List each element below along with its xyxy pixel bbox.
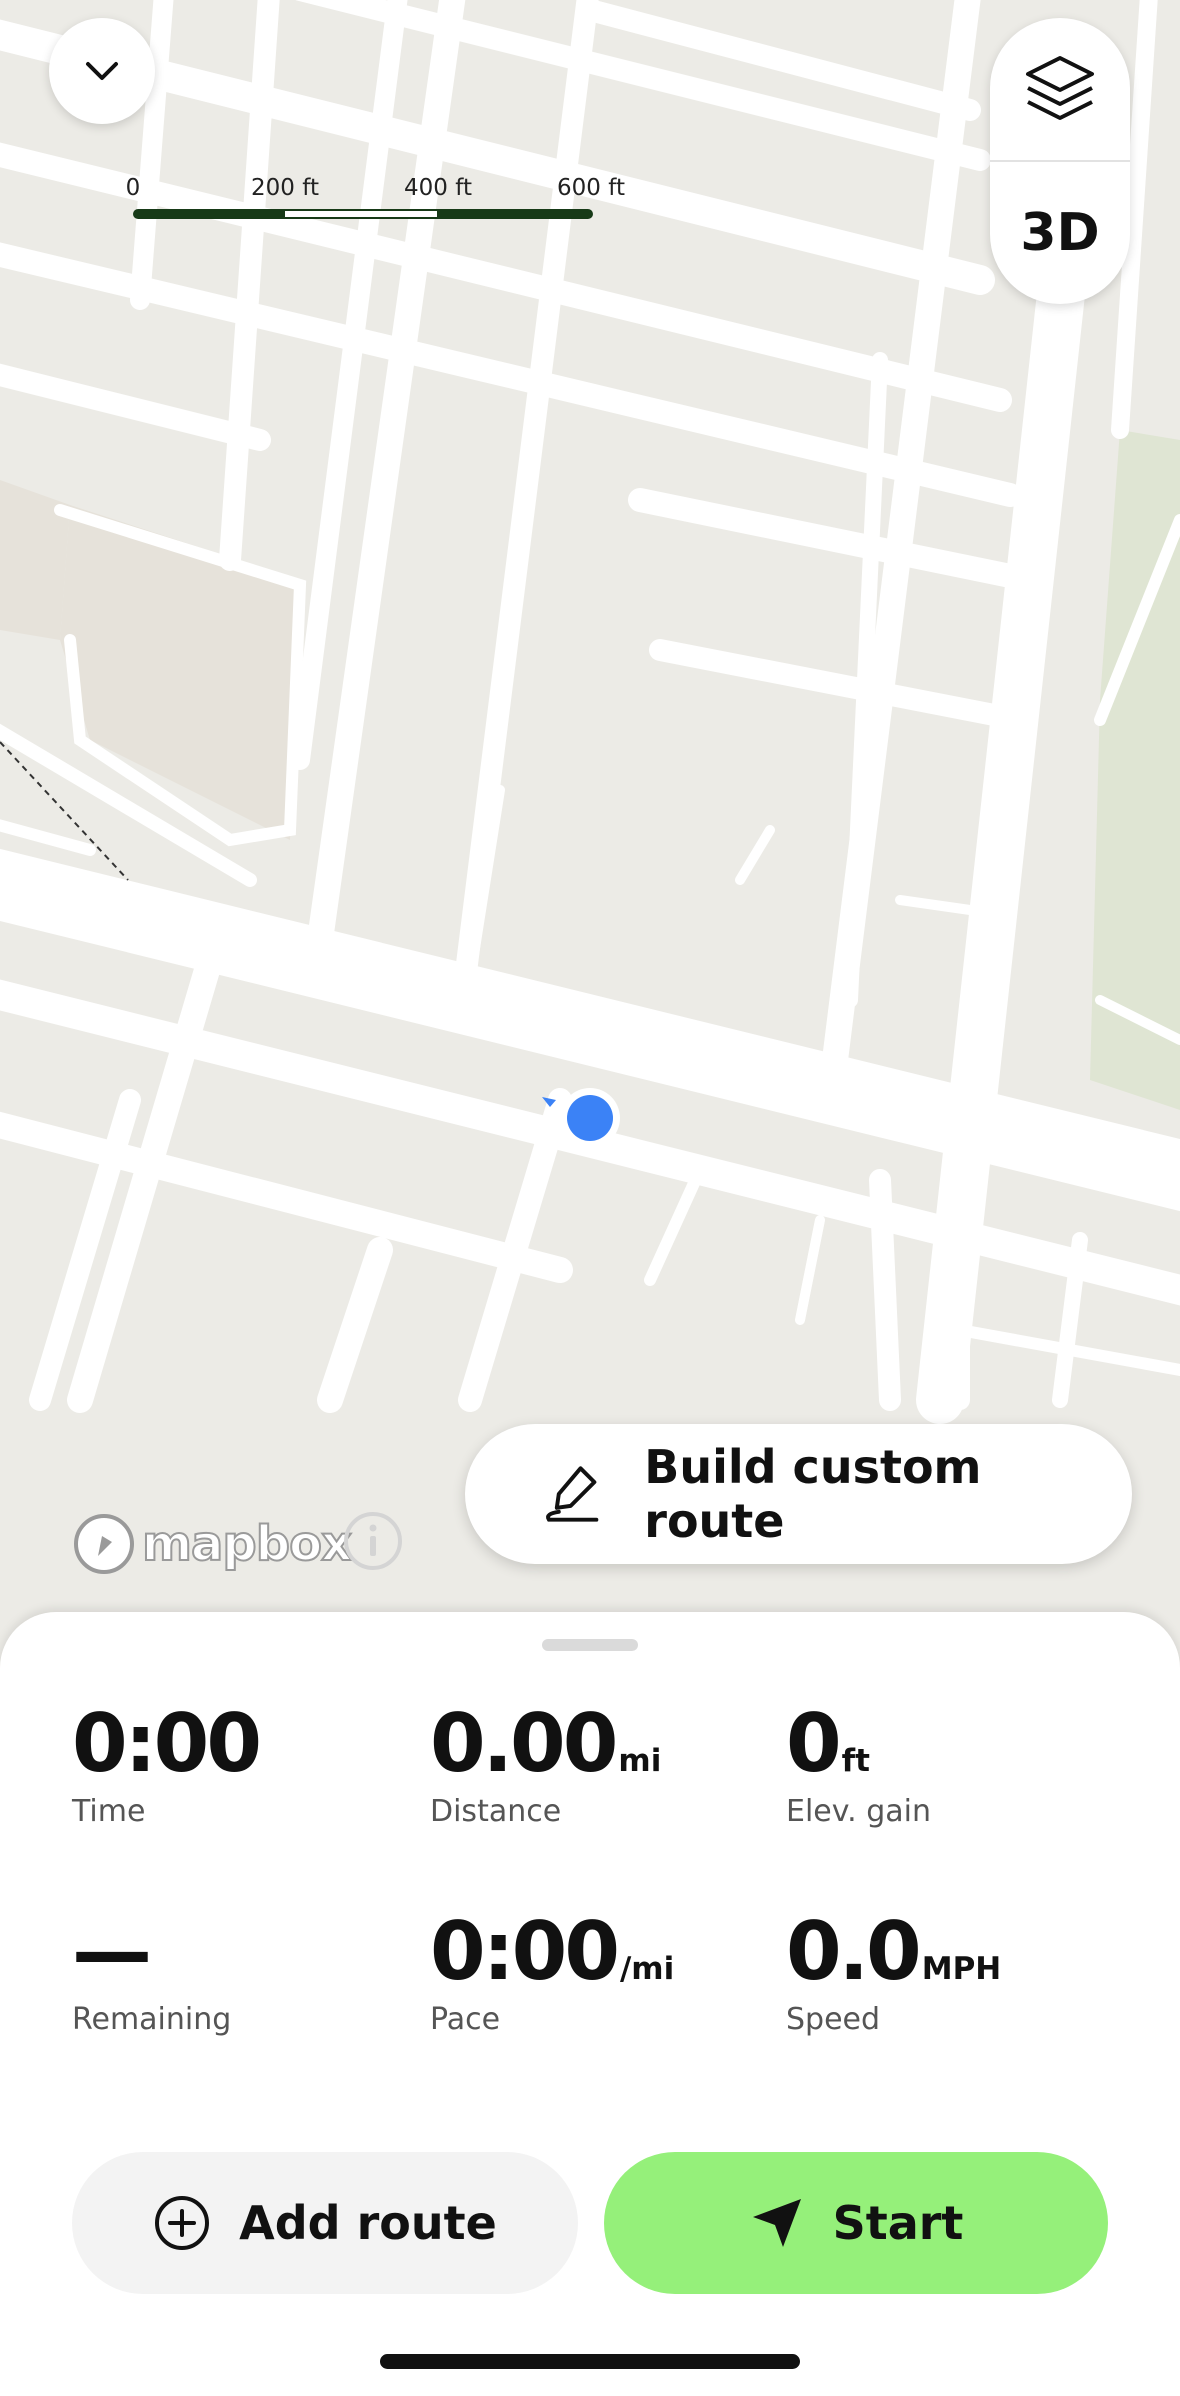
scale-label: 200 ft (251, 175, 319, 201)
build-custom-route-button[interactable]: Build custom route (465, 1424, 1132, 1564)
add-route-button[interactable]: Add route (72, 2152, 578, 2294)
scale-line (133, 209, 593, 219)
home-indicator[interactable] (380, 2354, 800, 2369)
stat-remaining: — Remaining (72, 1905, 232, 2038)
stats-sheet: 0:00 Time 0.00 mi Distance 0 ft Elev. gain… (0, 1612, 1180, 2102)
stat-distance: 0.00 mi Distance (430, 1697, 662, 1830)
scale-segment (285, 209, 437, 219)
layers-icon (1026, 56, 1094, 120)
stat-label: Time (72, 1794, 146, 1829)
navigation-arrow-icon (752, 2199, 801, 2247)
stat-speed: 0.0 MPH Speed (786, 1905, 1002, 2038)
stat-value: 0.0 (786, 1905, 922, 1998)
mapbox-mark-icon (74, 1514, 134, 1574)
stat-pace: 0:00/mi Pace (430, 1905, 675, 2038)
three-d-button[interactable]: 3D (990, 162, 1130, 304)
stat-time: 0:00 Time (72, 1697, 262, 1830)
stat-unit: mi (618, 1743, 662, 1779)
stat-unit: /mi (619, 1951, 675, 1987)
start-label: Start (832, 2196, 964, 2250)
scale-label: 400 ft (404, 175, 472, 201)
map-controls: 3D (990, 18, 1130, 304)
current-location-marker (542, 1088, 620, 1148)
build-custom-route-label: Build custom route (644, 1440, 982, 1548)
stat-value: 0 (786, 1697, 842, 1790)
stat-label: Remaining (72, 2002, 232, 2037)
scale-label: 0 (125, 175, 141, 201)
info-icon[interactable] (342, 1510, 404, 1572)
stat-elevation-gain: 0 ft Elev. gain (786, 1697, 932, 1830)
layers-button[interactable] (990, 18, 1130, 160)
collapse-button[interactable] (49, 18, 155, 124)
stat-label: Speed (786, 2002, 881, 2037)
stat-label: Pace (430, 2002, 501, 2037)
plus-circle-icon (155, 2196, 210, 2250)
draw-route-icon (546, 1466, 599, 1522)
stat-value: — (72, 1905, 152, 1998)
mapbox-wordmark: mapbox (141, 1515, 353, 1573)
stat-value: 0:00 (72, 1697, 262, 1790)
stat-unit: MPH (921, 1951, 1002, 1987)
sheet-grabber[interactable] (542, 1639, 638, 1651)
stat-label: Elev. gain (786, 1794, 932, 1829)
stat-value: 0:00 (430, 1905, 620, 1998)
scale-bar: 0 200 ft 400 ft 600 ft (125, 175, 625, 225)
mapbox-logo[interactable]: mapbox (72, 1512, 353, 1576)
scale-label: 600 ft (557, 175, 625, 201)
stat-label: Distance (430, 1794, 562, 1829)
action-bar: Add route Start (0, 2102, 1180, 2396)
add-route-label: Add route (239, 2196, 497, 2250)
chevron-down-icon (86, 62, 118, 80)
start-button[interactable]: Start (604, 2152, 1108, 2294)
stat-unit: ft (841, 1743, 870, 1779)
stat-value: 0.00 (430, 1697, 618, 1790)
